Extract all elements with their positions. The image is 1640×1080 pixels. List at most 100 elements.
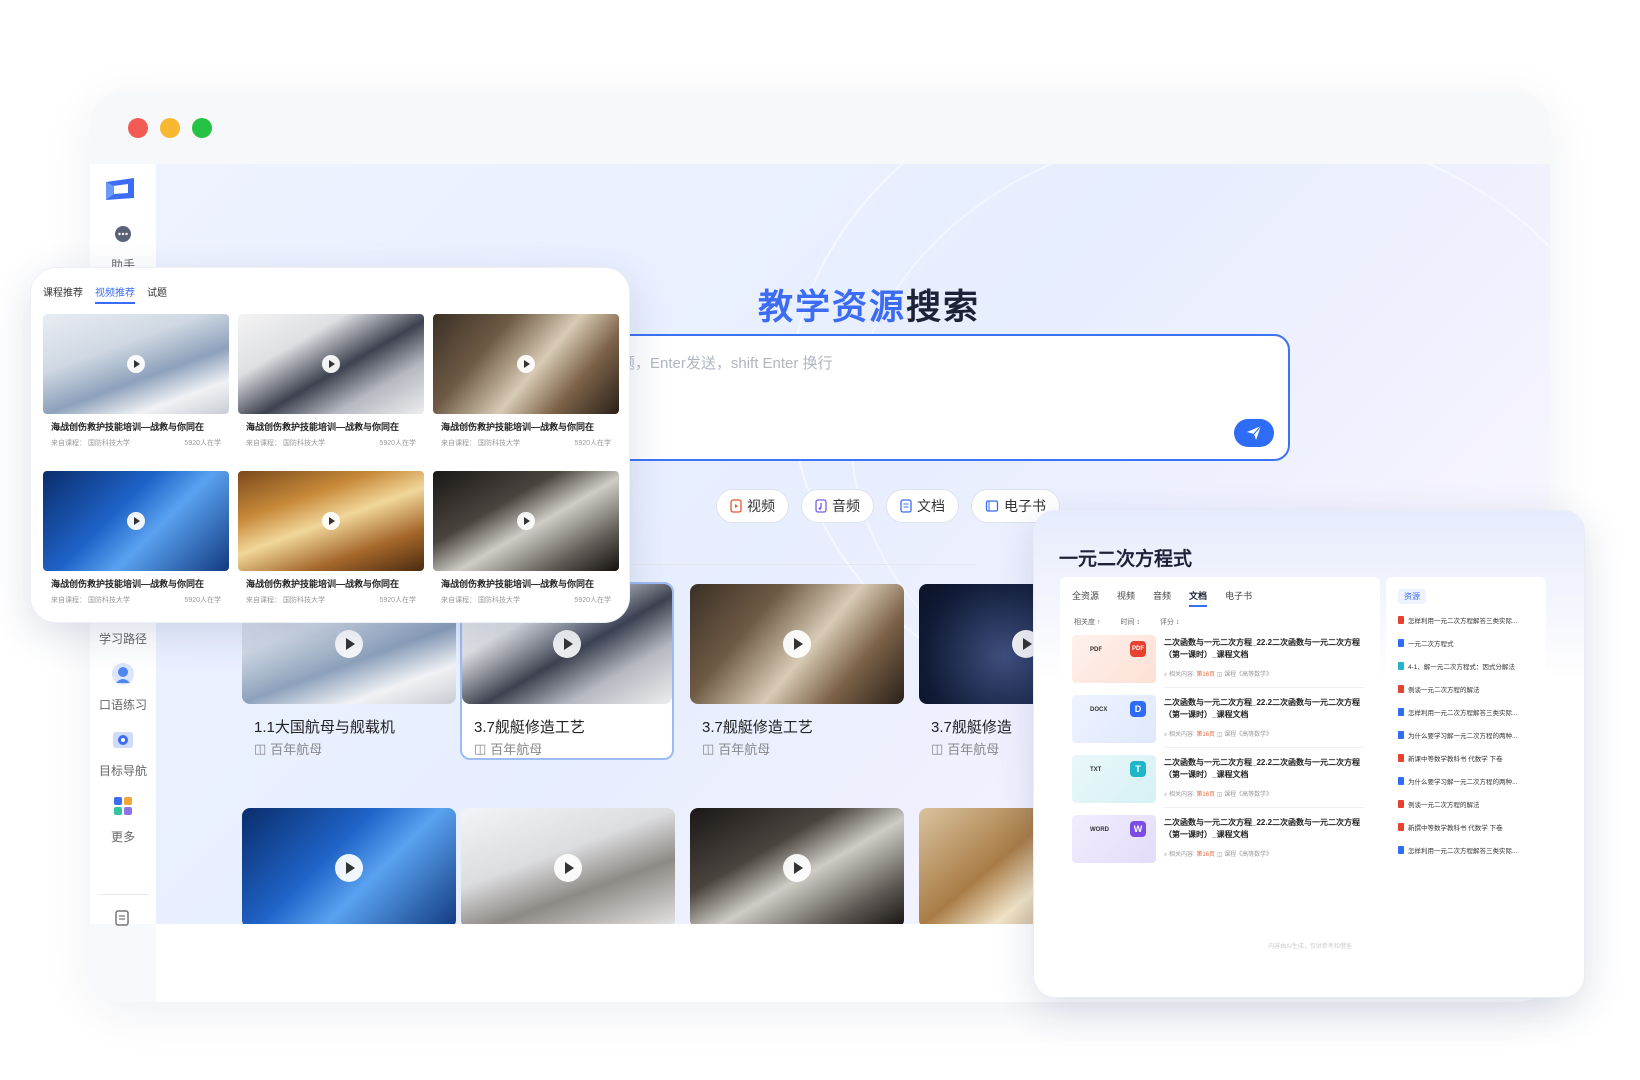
- video-course: ◫ 百年航母: [474, 739, 542, 758]
- video-title: 3.7舰艇修造工艺: [474, 719, 585, 736]
- course-name: 百年航母: [947, 742, 1000, 757]
- sidebar-item-assistant[interactable]: 助手: [90, 220, 156, 273]
- video-title: 海战创伤救护技能培训—战救与你同在: [441, 422, 595, 432]
- video-card[interactable]: 3.7舰艇修造工艺 ◫ 百年航母: [690, 584, 904, 760]
- video-title: 1.1大国航母与舰载机: [254, 719, 395, 736]
- tab-audio[interactable]: 音频: [1153, 589, 1171, 607]
- learner-count: 5920人在学: [379, 440, 416, 447]
- learner-count: 5920人在学: [184, 597, 221, 604]
- resource-item[interactable]: 新课中等数学教科书 代数学 下卷: [1398, 753, 1503, 763]
- search-input[interactable]: 题，Enter发送，shift Enter 换行: [538, 334, 1290, 461]
- filter-video-chip[interactable]: 视频: [716, 489, 789, 523]
- book-icon: ◫: [254, 740, 267, 756]
- mini-video-card[interactable]: 海战创伤救护技能培训—战救与你同在 来自课程： 国防科技大学 5920人在学: [433, 471, 619, 611]
- play-icon[interactable]: [554, 854, 582, 882]
- resource-item[interactable]: 怎样利用一元二次方程解答三类实际...: [1398, 845, 1517, 855]
- document-item[interactable]: TXT T 二次函数与一元二次方程_22.2二次函数与一元二次方程（第一课时）_…: [1072, 755, 1372, 811]
- resource-item[interactable]: 一元二次方程式: [1398, 638, 1454, 648]
- sort-time[interactable]: 时间 ↕: [1120, 617, 1139, 627]
- close-window-button[interactable]: [128, 118, 148, 138]
- mini-video-card[interactable]: 海战创伤救护技能培训—战救与你同在 来自课程： 国防科技大学 5920人在学: [43, 314, 229, 454]
- sort-rating[interactable]: 评分 ↕: [1160, 617, 1179, 627]
- play-icon[interactable]: [322, 512, 340, 530]
- sidebar-item-label: 口语练习: [98, 698, 147, 712]
- search-placeholder: 题，Enter发送，shift Enter 换行: [620, 355, 833, 372]
- sort-relevance[interactable]: 相关度 ↑: [1074, 617, 1100, 627]
- chip-label: 音频: [832, 498, 860, 514]
- sidebar-item-target-nav[interactable]: 目标导航: [90, 726, 156, 779]
- resource-item[interactable]: 例谈一元二次方程的解法: [1398, 799, 1480, 809]
- txt-icon: T: [1130, 761, 1146, 777]
- resource-title: 怎样利用一元二次方程解答三类实际...: [1408, 848, 1518, 855]
- meta-page: 第16页: [1196, 852, 1216, 858]
- document-item[interactable]: PDF PDF 二次函数与一元二次方程_22.2二次函数与一元二次方程（第一课时…: [1072, 635, 1372, 691]
- docx-icon: [1398, 708, 1404, 716]
- tab-ebook[interactable]: 电子书: [1225, 589, 1252, 607]
- video-thumbnail[interactable]: [690, 808, 904, 928]
- search-result-panel: 一元二次方程式 全资源 视频 音频 文档 电子书 相关度 ↑ 时间 ↕ 评分 ↕…: [1033, 510, 1585, 998]
- resource-item[interactable]: 为什么要学习解一元二次方程的两种...: [1398, 776, 1517, 786]
- resource-title: 4-1、解一元二次方程式：因式分解法: [1408, 664, 1515, 671]
- video-source: 来自课程： 国防科技大学: [246, 597, 325, 604]
- meta-course: ◫ 课程《高等数学》: [1216, 672, 1273, 678]
- resource-item[interactable]: 例谈一元二次方程的解法: [1398, 684, 1480, 694]
- tab-all-resources[interactable]: 全资源: [1072, 589, 1099, 607]
- pdf-icon: [1398, 754, 1404, 762]
- filter-doc-chip[interactable]: 文档: [886, 489, 959, 523]
- docx-icon: [1398, 639, 1404, 647]
- video-thumbnail[interactable]: [461, 808, 675, 928]
- sidebar-item-more[interactable]: 更多: [90, 792, 156, 845]
- play-icon[interactable]: [335, 854, 363, 882]
- play-icon[interactable]: [127, 355, 145, 373]
- play-icon[interactable]: [783, 630, 811, 658]
- play-icon[interactable]: [322, 355, 340, 373]
- mini-video-card[interactable]: 海战创伤救护技能培训—战救与你同在 来自课程： 国防科技大学 5920人在学: [238, 314, 424, 454]
- video-title: 海战创伤救护技能培训—战救与你同在: [441, 579, 595, 589]
- play-icon[interactable]: [553, 630, 581, 658]
- play-icon[interactable]: [783, 854, 811, 882]
- sort-options: 相关度 ↑ 时间 ↕ 评分 ↕: [1074, 617, 1179, 627]
- resource-item[interactable]: 怎样利用一元二次方程解答三类实际...: [1398, 615, 1517, 625]
- book-icon: ◫: [474, 740, 487, 756]
- meta-page: 第16页: [1196, 672, 1216, 678]
- chip-label: 视频: [747, 498, 775, 514]
- meta-course: ◫ 课程《高等数学》: [1216, 792, 1273, 798]
- notes-icon[interactable]: [113, 909, 131, 932]
- sidebar-item-oral-practice[interactable]: 口语练习: [90, 660, 156, 713]
- minimize-window-button[interactable]: [160, 118, 180, 138]
- maximize-window-button[interactable]: [192, 118, 212, 138]
- meta-prefix: ⌕ 相关内容:: [1164, 672, 1195, 678]
- tab-course-recommend[interactable]: 课程推荐: [43, 284, 83, 304]
- document-item[interactable]: DOCX D 二次函数与一元二次方程_22.2二次函数与一元二次方程（第一课时）…: [1072, 695, 1372, 751]
- video-thumbnail[interactable]: [242, 808, 456, 928]
- video-title: 海战创伤救护技能培训—战救与你同在: [51, 422, 205, 432]
- send-button[interactable]: [1234, 419, 1274, 447]
- play-icon[interactable]: [127, 512, 145, 530]
- mini-video-card[interactable]: 海战创伤救护技能培训—战救与你同在 来自课程： 国防科技大学 5920人在学: [433, 314, 619, 454]
- tab-exercises[interactable]: 试题: [147, 284, 167, 304]
- document-item[interactable]: WORD W 二次函数与一元二次方程_22.2二次函数与一元二次方程（第一课时）…: [1072, 815, 1372, 871]
- play-icon[interactable]: [517, 355, 535, 373]
- resource-title: 例谈一元二次方程的解法: [1408, 802, 1480, 809]
- resources-header: 资源: [1398, 589, 1426, 604]
- video-source: 来自课程： 国防科技大学: [441, 597, 520, 604]
- tab-document[interactable]: 文档: [1189, 589, 1208, 607]
- app-logo-icon[interactable]: [104, 176, 138, 202]
- resource-item[interactable]: 怎样利用一元二次方程解答三类实际...: [1398, 707, 1517, 717]
- resource-item[interactable]: 新撰中等数学教科书 代数学 下卷: [1398, 822, 1503, 832]
- mini-video-card[interactable]: 海战创伤救护技能培训—战救与你同在 来自课程： 国防科技大学 5920人在学: [238, 471, 424, 611]
- mini-video-card[interactable]: 海战创伤救护技能培训—战救与你同在 来自课程： 国防科技大学 5920人在学: [43, 471, 229, 611]
- filter-audio-chip[interactable]: 音频: [801, 489, 874, 523]
- ai-disclaimer: 内容由AI生成，仅供参考和借鉴: [1268, 944, 1352, 950]
- send-icon: [1247, 425, 1262, 440]
- resource-title: 怎样利用一元二次方程解答三类实际...: [1408, 618, 1518, 625]
- play-icon[interactable]: [517, 512, 535, 530]
- tab-video[interactable]: 视频: [1117, 589, 1135, 607]
- resource-item[interactable]: 4-1、解一元二次方程式：因式分解法: [1398, 661, 1515, 671]
- tab-video-recommend[interactable]: 视频推荐: [95, 284, 135, 304]
- resource-item[interactable]: 为什么要学习解一元二次方程的两种...: [1398, 730, 1517, 740]
- docx-icon: [1398, 846, 1404, 854]
- divider: [1164, 687, 1364, 688]
- play-icon[interactable]: [335, 630, 363, 658]
- learner-count: 5920人在学: [574, 597, 611, 604]
